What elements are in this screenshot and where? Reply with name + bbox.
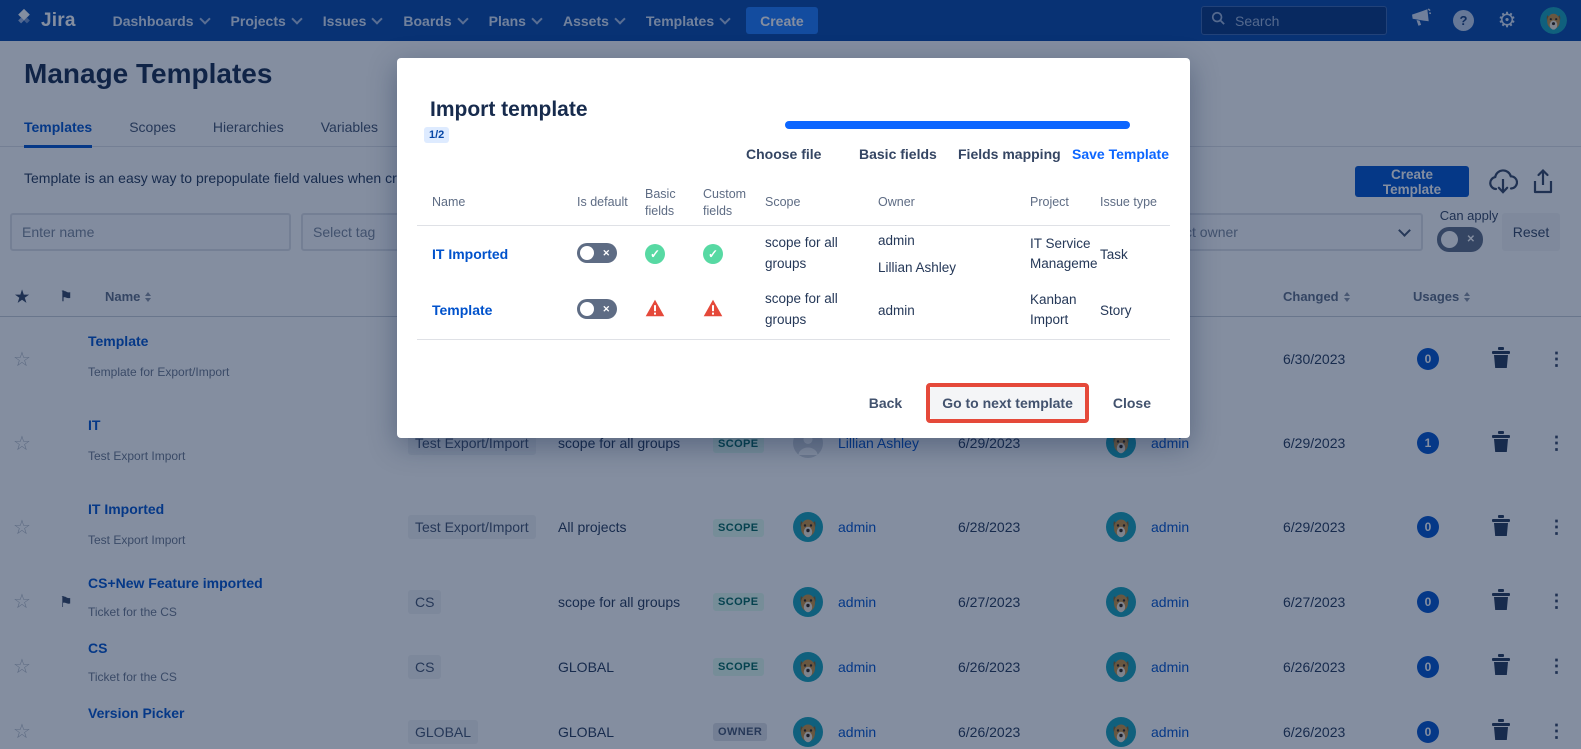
- is-default-toggle[interactable]: ✕: [577, 299, 617, 319]
- step-counter-badge: 1/2: [424, 127, 449, 143]
- modal-footer: Back Go to next template Close: [863, 383, 1157, 423]
- col-issue-type: Issue type: [1100, 194, 1185, 211]
- close-button[interactable]: Close: [1107, 394, 1157, 412]
- basic-fields-success-icon: ✓: [645, 244, 665, 264]
- back-button[interactable]: Back: [863, 394, 908, 412]
- step-choose-file[interactable]: Choose file: [746, 146, 821, 162]
- col-is-default: Is default: [577, 194, 645, 211]
- progress-bar: [785, 121, 1130, 129]
- project-cell: IT Service Manageme: [1030, 234, 1100, 275]
- scope-cell: scope for all groups: [765, 233, 878, 275]
- basic-fields-warning-icon: [645, 299, 665, 317]
- is-default-toggle[interactable]: ✕: [577, 243, 617, 263]
- col-custom-fields: Custom fields: [703, 186, 765, 220]
- col-project: Project: [1030, 194, 1100, 211]
- col-scope: Scope: [765, 194, 878, 211]
- scope-cell: scope for all groups: [765, 289, 878, 331]
- modal-table-row: Template ✕ scope for all groups admin Ka…: [432, 282, 1185, 338]
- step-fields-mapping[interactable]: Fields mapping: [958, 146, 1061, 162]
- go-to-next-template-button[interactable]: Go to next template: [930, 387, 1085, 419]
- modal-table-body: IT Imported ✕ ✓ ✓ scope for all groups a…: [432, 226, 1185, 338]
- issue-type-cell: Story: [1100, 303, 1185, 318]
- template-link[interactable]: Template: [432, 302, 577, 318]
- owner-cell: admin: [878, 303, 1030, 318]
- template-link[interactable]: IT Imported: [432, 246, 577, 262]
- divider: [417, 339, 1170, 340]
- step-save-template[interactable]: Save Template: [1072, 146, 1169, 162]
- project-cell: Kanban Import: [1030, 290, 1100, 331]
- modal-table-row: IT Imported ✕ ✓ ✓ scope for all groups a…: [432, 226, 1185, 282]
- owner-cell: admin Lillian Ashley: [878, 233, 1030, 275]
- modal-title: Import template: [430, 98, 588, 122]
- col-basic-fields: Basic fields: [645, 186, 703, 220]
- toggle-off-icon: ✕: [602, 304, 610, 315]
- issue-type-cell: Task: [1100, 247, 1185, 262]
- col-name: Name: [432, 194, 577, 211]
- custom-fields-warning-icon: [703, 299, 723, 317]
- modal-table-header: Name Is default Basic fields Custom fiel…: [432, 186, 1185, 220]
- step-basic-fields[interactable]: Basic fields: [859, 146, 937, 162]
- annotation-highlight: Go to next template: [926, 383, 1089, 423]
- toggle-off-icon: ✕: [602, 248, 610, 259]
- custom-fields-success-icon: ✓: [703, 244, 723, 264]
- col-owner: Owner: [878, 194, 1030, 211]
- import-template-modal: Import template 1/2 Choose file Basic fi…: [397, 58, 1190, 438]
- app-window: Jira Dashboards Projects Issues Boards P…: [0, 0, 1581, 749]
